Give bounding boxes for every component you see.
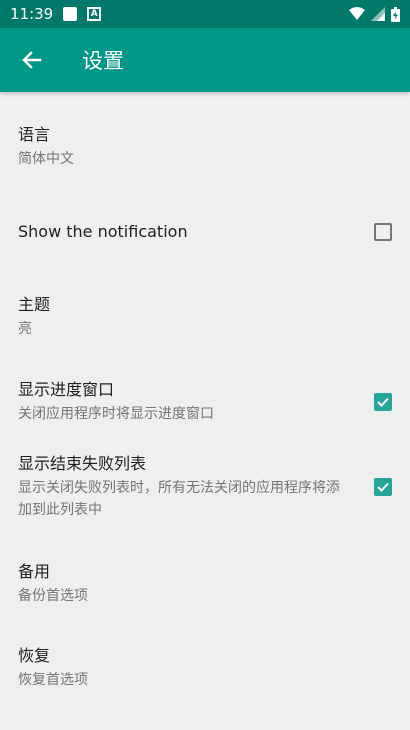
back-button[interactable] (0, 28, 64, 92)
pref-title: 主题 (18, 295, 51, 314)
pref-summary: 备份首选项 (18, 588, 88, 604)
page-title: 设置 (82, 49, 124, 73)
wifi-icon (349, 7, 365, 20)
a-notification-icon: A (87, 7, 102, 21)
pref-show-failed-list[interactable]: 显示结束失败列表 显示关闭失败列表时，所有无法关闭的应用程序将添加到此列表中 (0, 432, 410, 542)
status-bar: 11:39 A (0, 0, 410, 28)
pref-theme[interactable]: 主题 亮 (0, 262, 410, 372)
pref-summary: 显示关闭失败列表时，所有无法关闭的应用程序将添加到此列表中 (18, 480, 340, 518)
pref-title: Show the notification (18, 222, 188, 241)
pref-title: 显示进度窗口 (18, 380, 115, 399)
pref-language[interactable]: 语言 简体中文 (0, 92, 410, 202)
check-icon (377, 397, 389, 407)
pref-show-notification[interactable]: Show the notification (0, 202, 410, 262)
pref-show-progress-window[interactable]: 显示进度窗口 关闭应用程序时将显示进度窗口 (0, 372, 410, 432)
pref-title: 显示结束失败列表 (18, 454, 147, 473)
pref-title: 备用 (18, 562, 51, 581)
pref-summary: 简体中文 (18, 151, 74, 167)
signal-icon (371, 7, 385, 21)
check-icon (377, 482, 389, 492)
pref-summary: 恢复首选项 (18, 672, 88, 688)
pref-summary: 亮 (18, 321, 32, 337)
pref-backup[interactable]: 备用 备份首选项 (0, 542, 410, 626)
app-bar: 设置 (0, 28, 410, 92)
app-notification-icon (63, 7, 78, 21)
failed-list-checkbox[interactable] (374, 478, 392, 496)
pref-summary: 关闭应用程序时将显示进度窗口 (18, 406, 214, 422)
pref-title: 恢复 (18, 646, 51, 665)
battery-icon (391, 6, 400, 22)
status-icons (349, 6, 400, 22)
preferences-list: 语言 简体中文 Show the notification 主题 亮 显示进度窗… (0, 92, 410, 710)
notification-checkbox[interactable] (374, 223, 392, 241)
pref-restore[interactable]: 恢复 恢复首选项 (0, 626, 410, 710)
arrow-left-icon (22, 51, 42, 69)
progress-window-checkbox[interactable] (374, 393, 392, 411)
status-time: 11:39 (10, 5, 54, 23)
pref-title: 语言 (18, 125, 51, 144)
